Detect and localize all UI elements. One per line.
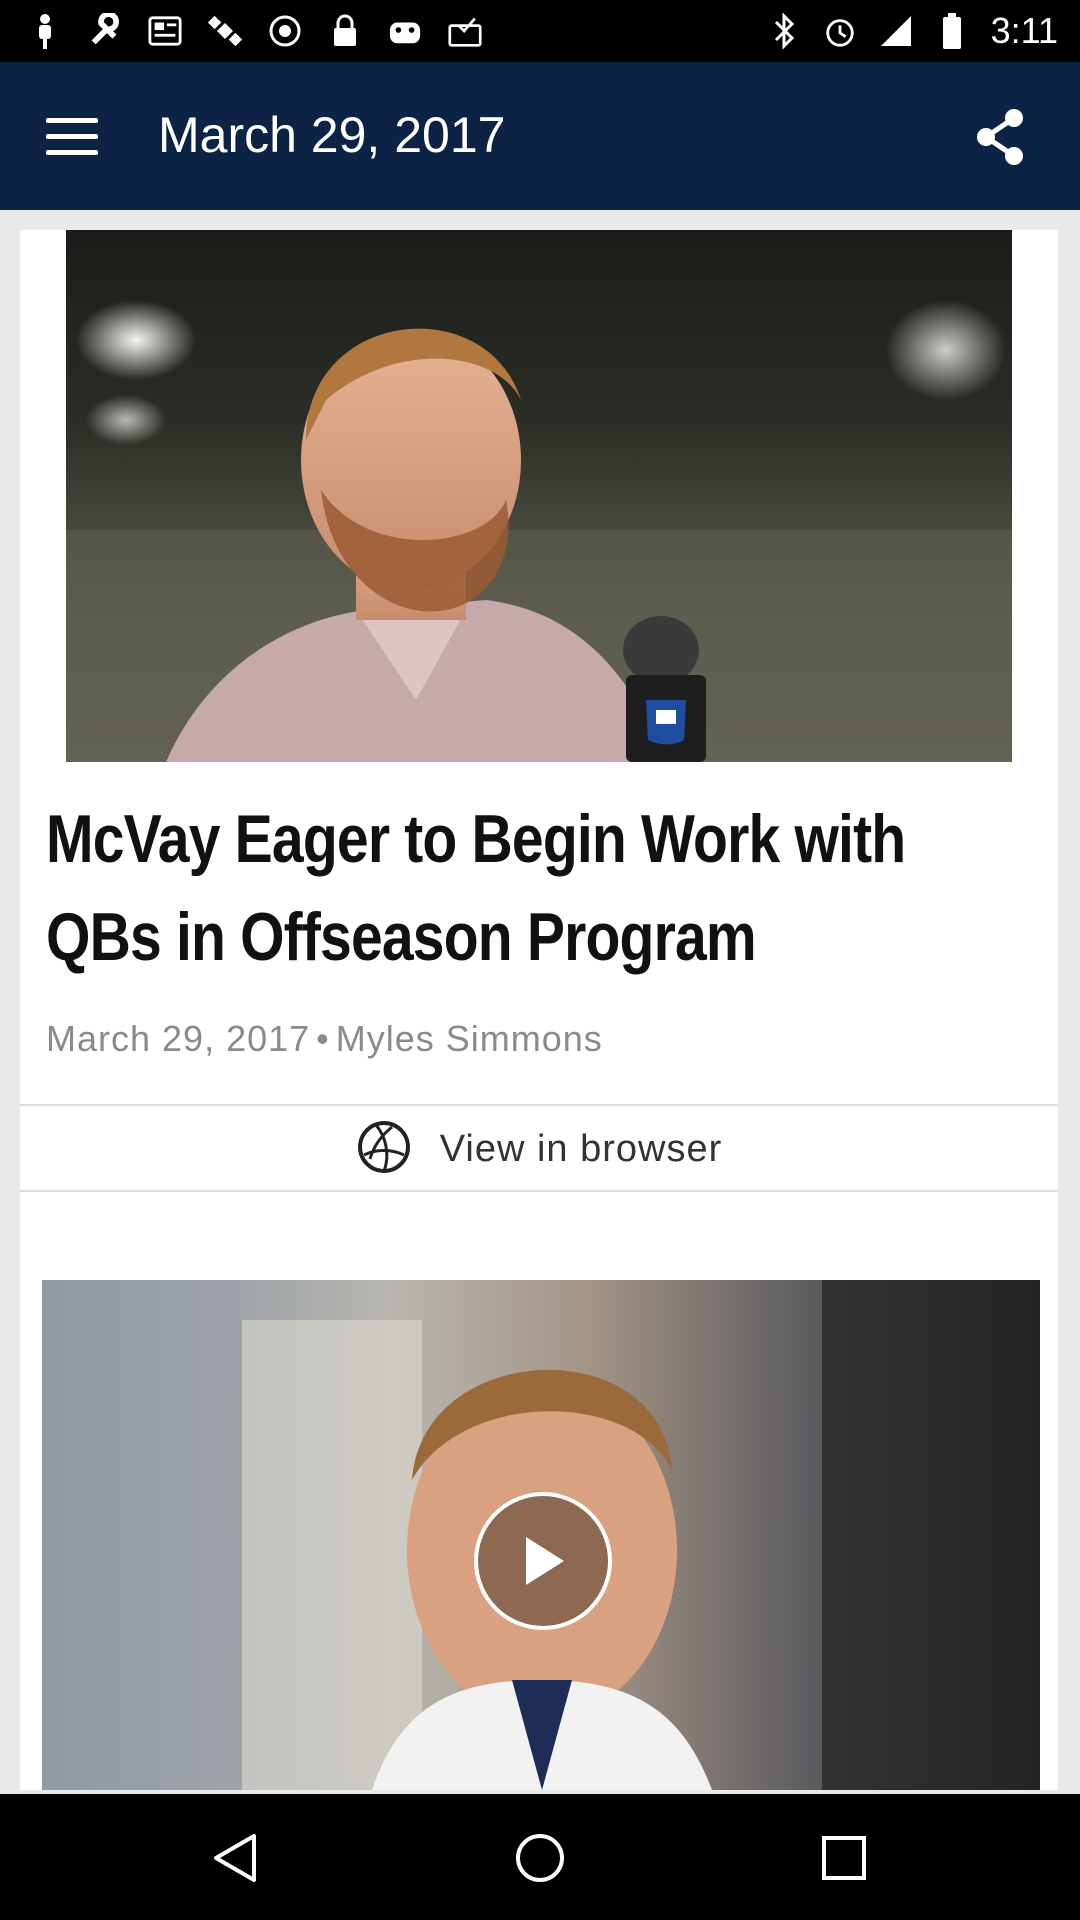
hamburger-menu-icon[interactable]: [46, 118, 98, 158]
navigation-bar: [0, 1794, 1080, 1920]
article-author: Myles Simmons: [335, 1018, 603, 1059]
page-title: March 29, 2017: [158, 107, 506, 163]
view-in-browser-button[interactable]: View in browser: [20, 1108, 1058, 1190]
signal-icon: [879, 12, 913, 50]
notification-icons: [28, 12, 482, 50]
divider: [20, 1190, 1058, 1192]
wrench-icon: [88, 12, 122, 50]
app-bar: March 29, 2017: [0, 62, 1080, 210]
back-triangle-icon[interactable]: [210, 1832, 262, 1884]
blocked-icon: [268, 12, 302, 50]
article-hero-image: [66, 230, 1012, 762]
share-icon[interactable]: [972, 108, 1030, 166]
play-icon[interactable]: [474, 1492, 612, 1630]
person-pin-icon: [28, 12, 62, 50]
clock-time: 3:11: [990, 10, 1058, 51]
view-in-browser-label: View in browser: [439, 1127, 723, 1170]
article-date: March 29, 2017: [46, 1018, 311, 1059]
lock-icon: [328, 12, 362, 50]
alarm-icon: [823, 12, 857, 50]
inbox-check-icon: [448, 12, 482, 50]
bluetooth-icon: [767, 12, 801, 50]
game-controller-icon: [388, 12, 422, 50]
home-circle-icon[interactable]: [514, 1832, 566, 1884]
news-icon: [148, 12, 182, 50]
meta-separator: •: [316, 1018, 330, 1059]
status-bar: 3:11: [0, 0, 1080, 62]
divider: [20, 1104, 1058, 1106]
video-thumbnail[interactable]: [42, 1280, 1040, 1790]
recents-square-icon[interactable]: [818, 1832, 870, 1884]
system-icons: 3:11: [767, 10, 1058, 52]
article-meta: March 29, 2017 • Myles Simmons: [46, 1018, 603, 1060]
satellite-icon: [208, 12, 242, 50]
globe-icon: [356, 1119, 412, 1180]
battery-icon: [935, 12, 969, 50]
article-headline[interactable]: McVay Eager to Begin Work with QBs in Of…: [46, 790, 1029, 986]
article-card[interactable]: McVay Eager to Begin Work with QBs in Of…: [20, 230, 1058, 1790]
